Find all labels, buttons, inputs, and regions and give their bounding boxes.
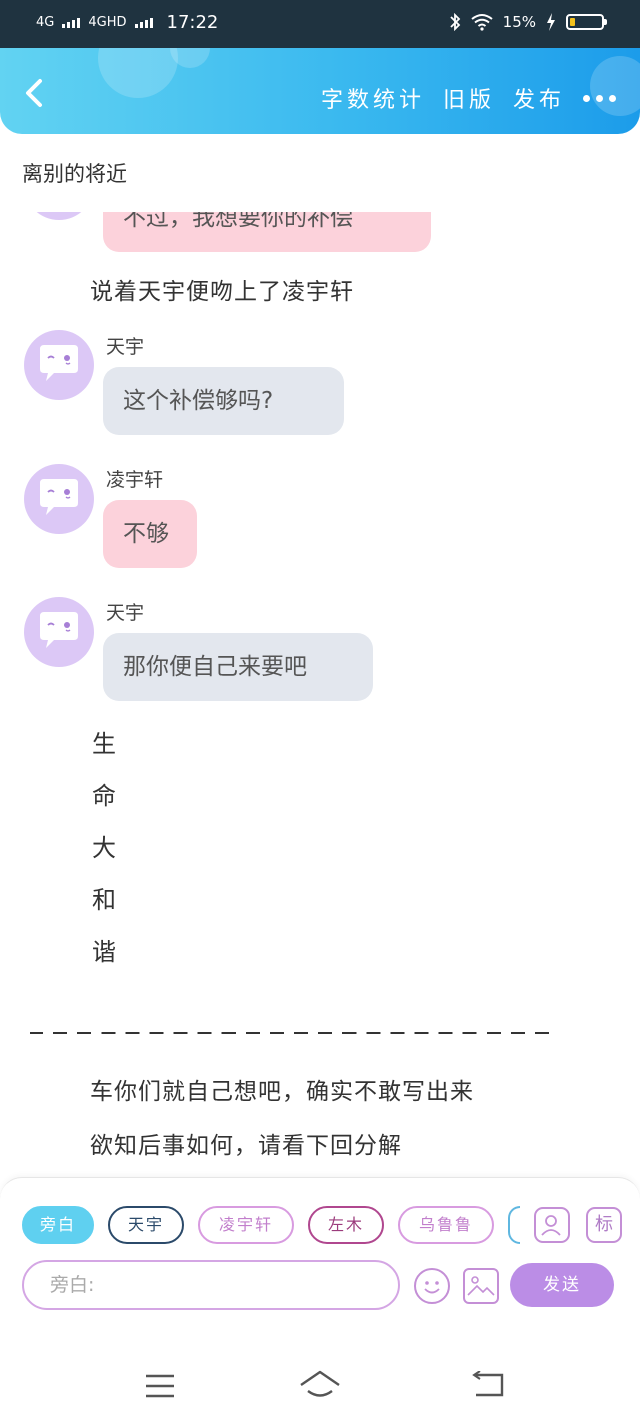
- wifi-icon: [471, 14, 493, 31]
- vertical-char: 生: [92, 730, 116, 758]
- divider: [30, 1032, 550, 1034]
- message-bubble[interactable]: 那你便自己来要吧: [103, 633, 373, 701]
- emoji-icon[interactable]: [414, 1268, 450, 1304]
- composer-panel: 旁白 天宇 凌宇轩 左木 乌鲁鲁 标 发送: [0, 1177, 640, 1348]
- vertical-char: 命: [92, 782, 116, 810]
- system-nav-bar: [0, 1347, 640, 1422]
- avatar[interactable]: [24, 464, 94, 534]
- role-chip[interactable]: 天宇: [108, 1206, 184, 1244]
- chat-scroll-area[interactable]: 不过，我想要你的补偿 说着天宇便吻上了凌宇轩 天宇 这个补偿够吗? 凌宇轩 不够…: [0, 212, 640, 1177]
- image-icon[interactable]: [463, 1268, 499, 1304]
- person-icon[interactable]: [534, 1207, 570, 1243]
- old-version-button[interactable]: 旧版: [443, 82, 495, 114]
- speaker-name: 凌宇轩: [106, 469, 164, 491]
- tag-icon[interactable]: 标: [586, 1207, 622, 1243]
- speaker-name: 天宇: [106, 602, 145, 624]
- avatar[interactable]: [24, 597, 94, 667]
- charging-icon: [547, 13, 555, 31]
- back-nav-icon[interactable]: [470, 1371, 506, 1399]
- send-button[interactable]: 发送: [510, 1263, 614, 1307]
- bluetooth-icon: [450, 13, 460, 31]
- message-bubble[interactable]: 这个补偿够吗?: [103, 367, 344, 435]
- message-input[interactable]: [22, 1260, 400, 1310]
- app-header: 字数统计 旧版 发布: [0, 48, 640, 134]
- speaker-name: 天宇: [106, 336, 145, 358]
- vertical-char: 和: [92, 886, 116, 914]
- battery-icon: [566, 14, 607, 30]
- avatar[interactable]: [24, 330, 94, 400]
- more-dots-icon[interactable]: [583, 94, 616, 102]
- chat-face-icon: [40, 479, 78, 515]
- role-chip[interactable]: 左木: [308, 1206, 384, 1244]
- vertical-char: 谐: [92, 938, 116, 966]
- narration-text[interactable]: 说着天宇便吻上了凌宇轩: [90, 272, 354, 306]
- role-chip[interactable]: 乌鲁鲁: [398, 1206, 494, 1244]
- chat-face-icon: [40, 345, 78, 381]
- menu-icon[interactable]: [144, 1373, 176, 1399]
- clock: 17:22: [166, 12, 219, 33]
- signal-icon-2: [134, 17, 153, 28]
- home-icon[interactable]: [298, 1369, 342, 1401]
- network-label-1: 4G: [36, 15, 55, 30]
- signal-icon: [62, 17, 81, 28]
- vertical-char: 大: [92, 834, 116, 862]
- battery-level: [570, 18, 575, 26]
- word-count-button[interactable]: 字数统计: [321, 82, 425, 114]
- role-chip-partial[interactable]: [508, 1206, 520, 1244]
- message-bubble[interactable]: 不够: [103, 500, 197, 568]
- chat-face-icon: [40, 612, 78, 648]
- story-title[interactable]: 离别的将近: [22, 158, 127, 188]
- avatar: [24, 212, 94, 220]
- narration-text[interactable]: 欲知后事如何，请看下回分解: [90, 1126, 402, 1160]
- battery-percent: 15%: [502, 13, 536, 31]
- status-bar: 4G 4GHD 17:22 15%: [0, 0, 640, 48]
- message-bubble[interactable]: 不过，我想要你的补偿: [103, 212, 431, 252]
- role-chip-narrator[interactable]: 旁白: [22, 1206, 94, 1244]
- network-label-2: 4GHD: [88, 15, 127, 30]
- back-icon[interactable]: [20, 78, 50, 108]
- narration-text[interactable]: 车你们就自己想吧，确实不敢写出来: [90, 1072, 474, 1106]
- publish-button[interactable]: 发布: [513, 82, 565, 114]
- role-chip[interactable]: 凌宇轩: [198, 1206, 294, 1244]
